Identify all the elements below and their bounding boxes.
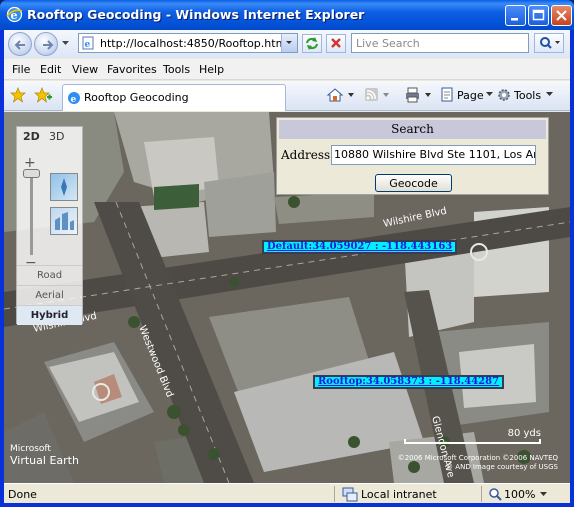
refresh-button[interactable] [302,34,322,53]
maximize-button[interactable] [528,5,549,26]
birdseye-icon[interactable] [50,207,78,235]
menu-tools[interactable]: Tools [163,63,190,76]
map-pan-icon[interactable] [50,173,78,201]
maximize-icon [532,9,545,21]
menu-help[interactable]: Help [199,63,224,76]
window-title: Rooftop Geocoding - Windows Internet Exp… [27,7,365,22]
tab-bar: e Rooftop Geocoding Page Tools [4,81,570,111]
history-dropdown-icon[interactable] [61,40,70,46]
forward-button[interactable] [34,32,58,56]
feeds-icon[interactable] [364,87,392,103]
rooftop-geocode-pushpin[interactable]: Rooftop:34.058373 : -118.44287 [313,375,505,389]
tools-menu-button[interactable]: Tools [514,89,541,102]
style-aerial-button[interactable]: Aerial [17,285,82,305]
zoom-slider-track[interactable] [30,173,33,255]
zoom-icon [489,488,502,501]
mode-2d-button[interactable]: 2D [23,130,40,143]
zoom-level[interactable]: 100% [504,488,535,501]
copyright-line-1: ©2006 Microsoft Corporation ©2006 NAVTEQ [397,454,558,462]
menu-bar: File Edit View Favorites Tools Help [4,59,570,80]
copyright-line-2: © AND Image courtesy of USGS [446,463,558,471]
close-button[interactable] [551,5,572,26]
zoom-slider-handle[interactable] [23,169,40,178]
geocode-button[interactable]: Geocode [375,174,452,192]
search-button[interactable] [534,33,564,53]
menu-favorites[interactable]: Favorites [107,63,157,76]
mode-3d-button[interactable]: 3D [49,130,64,143]
page-icon: e [68,92,80,105]
live-search-input[interactable]: Live Search [351,33,529,53]
virtual-earth-logo: Microsoft Virtual Earth [10,444,79,468]
address-toolbar: e http://localhost:4850/Rooftop.html Liv… [4,30,570,58]
browser-window: e Rooftop Geocoding - Windows Internet E… [0,0,574,507]
refresh-icon [306,37,318,50]
search-icon [540,37,560,49]
style-road-button[interactable]: Road [17,265,82,285]
browser-client-area: e http://localhost:4850/Rooftop.html Liv… [4,30,570,503]
tab-label: Rooftop Geocoding [84,91,189,104]
add-favorite-icon[interactable] [34,87,52,103]
back-arrow-icon [14,40,25,50]
chevron-down-icon[interactable] [539,491,548,497]
status-bar: Done Local intranet 100% [4,483,570,503]
stop-button[interactable] [326,34,346,53]
security-zone[interactable]: Local intranet [361,488,437,501]
page-icon: e [82,36,94,50]
address-input[interactable]: 10880 Wilshire Blvd Ste 1101, Los Angele… [331,145,536,165]
stop-icon [331,38,341,48]
address-field[interactable]: e http://localhost:4850/Rooftop.html [78,33,298,53]
style-hybrid-button[interactable]: Hybrid [17,305,82,325]
address-url: http://localhost:4850/Rooftop.html [100,37,290,50]
geocode-search-panel: Search Address 10880 Wilshire Blvd Ste 1… [276,117,549,195]
address-dropdown-button[interactable] [281,34,297,52]
address-label: Address [281,148,331,162]
menu-edit[interactable]: Edit [40,63,61,76]
address-input-value: 10880 Wilshire Blvd Ste 1101, Los Angele… [334,148,535,161]
page-menu-button[interactable]: Page [457,89,484,102]
logo-line-2: Virtual Earth [10,454,79,467]
buildings-icon [55,212,74,230]
svg-text:e: e [71,95,77,105]
page-content: Wilshire Blvd Wilshire Blvd Westwood Blv… [4,112,570,483]
status-separator [481,486,482,502]
map-copyright: ©2006 Microsoft Corporation ©2006 NAVTEQ… [368,454,558,472]
tools-gear-icon [498,89,510,101]
scale-line-icon [404,439,541,444]
minimize-button[interactable] [505,5,526,26]
print-icon[interactable] [403,87,433,103]
favorites-star-icon[interactable] [10,87,26,103]
svg-text:e: e [85,40,91,50]
tab-rooftop-geocoding[interactable]: e Rooftop Geocoding [62,84,286,111]
back-button[interactable] [8,32,32,56]
menu-file[interactable]: File [12,63,30,76]
intranet-zone-icon [342,487,358,502]
status-separator [334,486,335,502]
page-menu-icon [441,87,453,102]
default-geocode-pushpin[interactable]: Default:34.059027 : -118.443163 [262,240,458,254]
chevron-down-icon [286,41,292,44]
forward-arrow-icon [43,40,54,50]
live-search-placeholder: Live Search [356,37,420,50]
close-icon [556,10,567,21]
status-text: Done [8,488,37,501]
map-navigation-control: 2D 3D + − Road Aerial Hybrid [16,126,83,325]
compass-icon [61,178,67,196]
minimize-icon [511,18,518,21]
home-icon[interactable] [326,87,356,103]
map-scale-bar: 80 yds [404,428,541,444]
title-bar[interactable]: e Rooftop Geocoding - Windows Internet E… [0,0,574,30]
internet-explorer-icon: e [6,6,23,23]
search-panel-header: Search [279,120,546,139]
chevron-down-icon [486,92,493,96]
chevron-down-icon [546,92,553,96]
menu-view[interactable]: View [72,63,98,76]
